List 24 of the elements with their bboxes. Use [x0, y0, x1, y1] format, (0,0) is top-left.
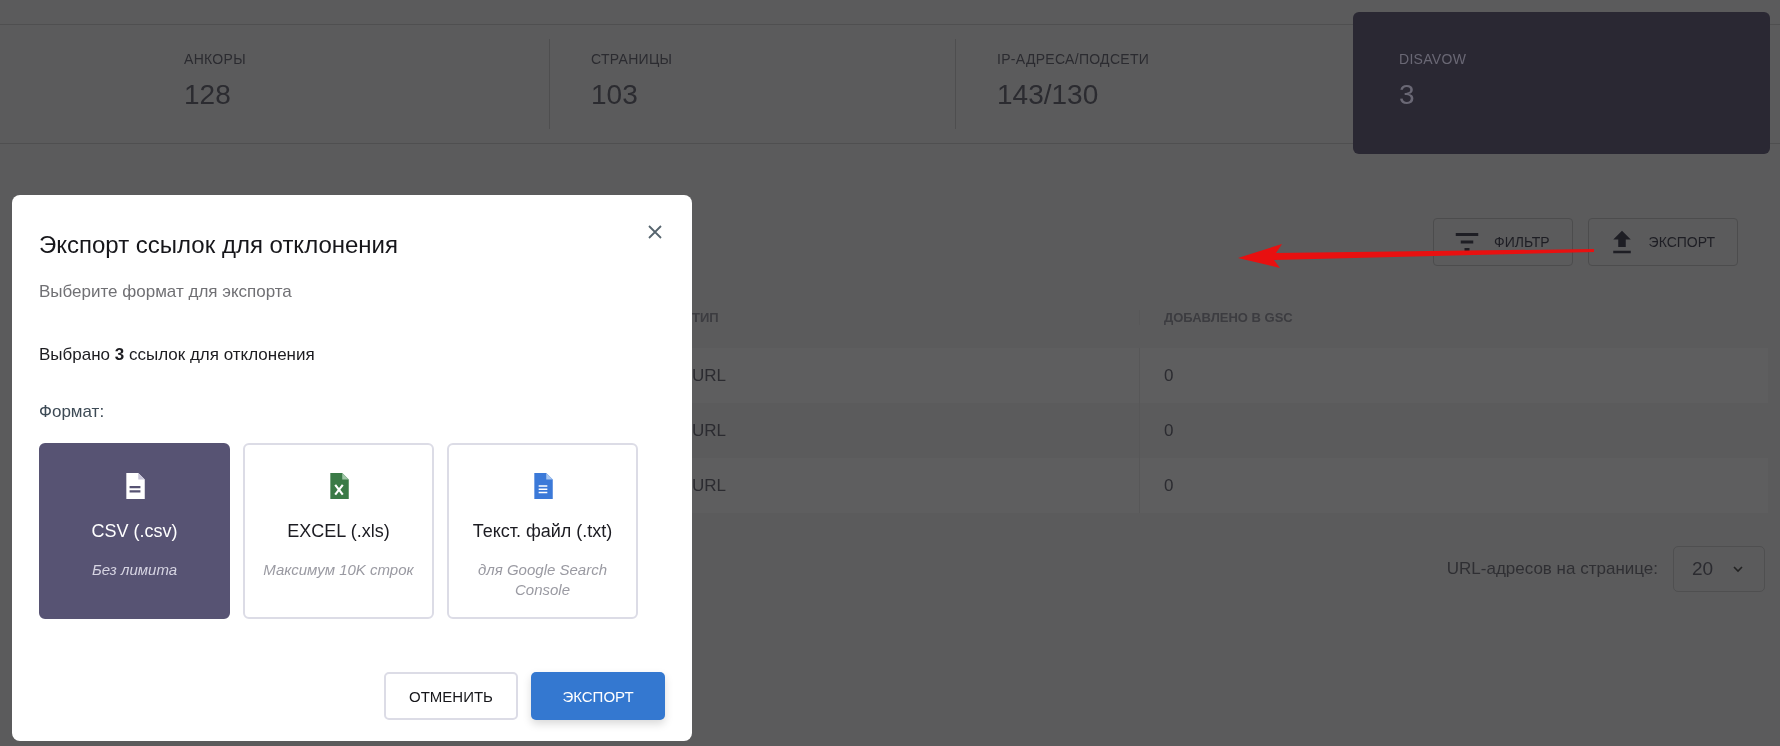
stat-label: DISAVOW — [1399, 51, 1468, 67]
format-option[interactable]: EXCEL (.xls) Максимум 10K строк — [243, 443, 434, 619]
chevron-icon — [1732, 565, 1744, 573]
format-option[interactable]: Текст. файл (.txt) для Google Search Console — [447, 443, 638, 619]
format-name: CSV (.csv) — [91, 521, 178, 542]
document-icon — [531, 473, 554, 499]
csv-file-icon — [123, 473, 146, 499]
format-name: Текст. файл (.txt) — [472, 521, 613, 542]
dialog-subtitle: Выберите формат для экспорта — [39, 282, 293, 302]
export-button[interactable]: ЭКСПОРТ — [531, 672, 665, 720]
export-button[interactable]: ЭКСПОРТ — [1587, 218, 1738, 266]
format-label: Формат: — [39, 402, 106, 422]
format-note: Максимум 10K строк — [263, 560, 414, 580]
selection-summary: Выбрано 3 ссылок для отклонения — [39, 345, 316, 365]
spreadsheet-file-icon — [327, 473, 350, 499]
format-note: для Google Search Console — [477, 560, 608, 599]
format-note: Без лимита — [91, 560, 178, 580]
format-name: EXCEL (.xls) — [287, 521, 390, 542]
cancel-button[interactable]: ОТМЕНИТЬ — [384, 672, 518, 720]
dialog-title: Экспорт ссылок для отклонения — [39, 231, 399, 259]
stat-card[interactable]: DISAVOW 3 — [1353, 12, 1770, 154]
filter-button[interactable]: ФИЛЬТР — [1433, 218, 1573, 266]
stat-value: 3 — [1399, 79, 1416, 111]
format-option[interactable]: CSV (.csv) Без лимита — [39, 443, 230, 619]
